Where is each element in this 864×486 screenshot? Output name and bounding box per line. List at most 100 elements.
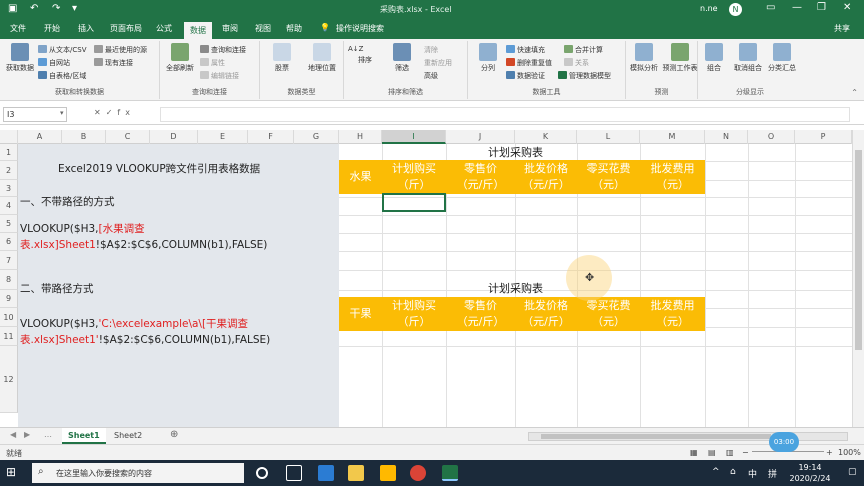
table1-header-cell-6[interactable]: 批发费用 （元）	[640, 160, 705, 194]
edit-links-button[interactable]: 编辑链接	[200, 71, 239, 81]
normal-view-icon[interactable]: ▦	[690, 448, 698, 457]
chevron-up-icon[interactable]: ^	[712, 467, 720, 477]
subtotal-button[interactable]: 分类汇总	[764, 43, 800, 73]
existing-connections-button[interactable]: 现有连接	[94, 58, 133, 68]
tab-help[interactable]: 帮助	[286, 23, 302, 34]
app-icon[interactable]	[380, 465, 396, 481]
taskbar-search[interactable]: ⌕ 在这里输入你要搜索的内容	[32, 463, 244, 483]
network-icon[interactable]: ⌂	[730, 467, 736, 477]
row-header-10[interactable]: 10	[0, 308, 18, 327]
task-view-icon[interactable]	[286, 465, 302, 481]
horizontal-scroll-thumb[interactable]	[541, 434, 771, 439]
user-name[interactable]: n.ne	[700, 4, 718, 13]
group-button[interactable]: 组合	[698, 43, 730, 73]
tab-view[interactable]: 视图	[255, 23, 271, 34]
excel-taskbar-icon[interactable]	[442, 465, 458, 481]
tab-page-layout[interactable]: 页面布局	[110, 23, 142, 34]
undo-icon[interactable]: ↶	[30, 3, 38, 14]
column-header-g[interactable]: G	[294, 130, 339, 144]
geography-button[interactable]: 地理位置	[304, 43, 340, 73]
table1-header-cell-4[interactable]: 批发价格 （元/斤）	[515, 160, 577, 194]
tab-review[interactable]: 审阅	[222, 23, 238, 34]
windows-start-icon[interactable]: ⊞	[6, 465, 22, 481]
column-header-d[interactable]: D	[150, 130, 198, 144]
vertical-scroll-thumb[interactable]	[855, 150, 862, 350]
sheet-tab-sheet2[interactable]: Sheet2	[108, 428, 148, 444]
fx-icon[interactable]: fx	[117, 108, 135, 117]
column-header-b[interactable]: B	[62, 130, 106, 144]
ime-mode-indicator[interactable]: 拼	[768, 467, 777, 480]
prev-sheet-icon[interactable]: ◀	[10, 430, 16, 439]
page-layout-view-icon[interactable]: ▤	[708, 448, 716, 457]
close-icon[interactable]: ✕	[843, 2, 851, 13]
ime-indicator[interactable]: 中	[748, 467, 757, 480]
vertical-scrollbar[interactable]	[852, 130, 864, 427]
avatar[interactable]: N	[729, 3, 742, 16]
get-data-button[interactable]: 获取数据	[2, 43, 38, 73]
add-sheet-icon[interactable]: ⊕	[170, 429, 178, 440]
column-header-k[interactable]: K	[515, 130, 577, 144]
column-header-f[interactable]: F	[248, 130, 294, 144]
sheet-tab-sheet1[interactable]: Sheet1	[62, 428, 106, 444]
table1-header-cell-3[interactable]: 零售价 （元/斤）	[446, 160, 515, 194]
column-header-e[interactable]: E	[198, 130, 248, 144]
advanced-button[interactable]: 高级	[424, 71, 438, 81]
from-table-button[interactable]: 自表格/区域	[38, 71, 86, 81]
table2-header-cell-2[interactable]: 计划购买 （斤）	[382, 297, 446, 331]
forecast-sheet-button[interactable]: 预测工作表	[662, 43, 698, 73]
row-header-12[interactable]: 12	[0, 346, 18, 413]
consolidate-button[interactable]: 合并计算	[564, 45, 603, 55]
row-header-9[interactable]: 9	[0, 290, 18, 308]
row-header-7[interactable]: 7	[0, 251, 18, 270]
row-header-4[interactable]: 4	[0, 197, 18, 215]
system-clock[interactable]: 19:14 2020/2/24	[787, 462, 833, 484]
from-text-csv-button[interactable]: 从文本/CSV	[38, 45, 86, 55]
select-all-corner[interactable]	[0, 130, 18, 144]
notification-icon[interactable]: ▢	[848, 467, 857, 477]
column-header-m[interactable]: M	[640, 130, 705, 144]
chrome-icon[interactable]	[410, 465, 426, 481]
name-box[interactable]: I3	[3, 107, 67, 122]
more-sheets-icon[interactable]: …	[44, 430, 52, 439]
table2-header-cell-5[interactable]: 零买花费 （元）	[577, 297, 640, 331]
active-cell-I3[interactable]	[382, 193, 446, 212]
row-header-6[interactable]: 6	[0, 233, 18, 251]
table2-header-cell-6[interactable]: 批发费用 （元）	[640, 297, 705, 331]
tab-formulas[interactable]: 公式	[156, 23, 172, 34]
text-to-columns-button[interactable]: 分列	[470, 43, 506, 73]
refresh-all-button[interactable]: 全部刷新	[162, 43, 198, 73]
table1-header-cell-5[interactable]: 零买花费 （元）	[577, 160, 640, 194]
column-header-i[interactable]: I	[382, 130, 446, 144]
manage-data-model-button[interactable]: 管理数据模型	[558, 71, 611, 81]
ungroup-button[interactable]: 取消组合	[730, 43, 766, 73]
edge-icon[interactable]	[318, 465, 334, 481]
zoom-in-icon[interactable]: +	[826, 448, 833, 457]
table2-header-cell-4[interactable]: 批发价格 （元/斤）	[515, 297, 577, 331]
row-header-1[interactable]: 1	[0, 144, 18, 161]
column-header-l[interactable]: L	[577, 130, 640, 144]
restore-icon[interactable]: ❐	[817, 2, 826, 13]
cancel-icon[interactable]: ✕	[94, 108, 106, 117]
from-web-button[interactable]: 自网站	[38, 58, 70, 68]
filter-button[interactable]: 筛选	[384, 43, 420, 73]
row-header-8[interactable]: 8	[0, 270, 18, 290]
worksheet-grid[interactable]: ABCDEFGHIJKLMNOP 1 2 3 4 5 6 7 8 9 10 11 12 Excel20…	[0, 130, 852, 427]
collapse-ribbon-icon[interactable]: ⌃	[851, 88, 858, 97]
share-button[interactable]: 共享	[834, 23, 850, 34]
redo-icon[interactable]: ↷	[52, 3, 60, 14]
cortana-icon[interactable]	[256, 467, 268, 479]
horizontal-scrollbar[interactable]	[528, 432, 848, 441]
column-header-h[interactable]: H	[339, 130, 382, 144]
remove-duplicates-button[interactable]: 删除重复值	[506, 58, 552, 68]
next-sheet-icon[interactable]: ▶	[24, 430, 30, 439]
save-icon[interactable]: ▣	[8, 3, 17, 14]
row-header-2[interactable]: 2	[0, 161, 18, 180]
zoom-out-icon[interactable]: −	[742, 448, 749, 457]
what-if-button[interactable]: 模拟分析	[626, 43, 662, 73]
column-header-a[interactable]: A	[18, 130, 62, 144]
clear-button[interactable]: 清除	[424, 45, 438, 55]
formula-input[interactable]	[160, 107, 850, 122]
stocks-button[interactable]: 股票	[264, 43, 300, 73]
table2-header-cell-1[interactable]: 干果	[339, 297, 382, 331]
flash-fill-button[interactable]: 快速填充	[506, 45, 545, 55]
